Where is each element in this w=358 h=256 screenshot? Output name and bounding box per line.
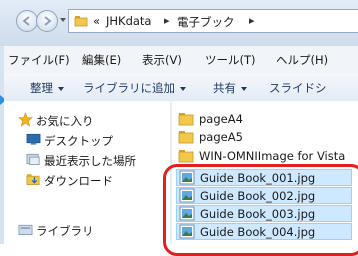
add-to-library-button[interactable]: ライブラリに追加 — [83, 80, 186, 96]
recent-pages-dropdown[interactable] — [60, 18, 66, 22]
list-item[interactable]: WIN-OMNIImage for Vista — [178, 148, 358, 165]
nav-label-favorites: お気に入り — [36, 114, 94, 128]
nav-label-recent-places: 最近表示した場所 — [44, 154, 136, 168]
menu-file[interactable]: ファイル(F) — [8, 52, 70, 68]
organize-button[interactable]: 整理 — [30, 80, 64, 96]
address-overflow[interactable]: « — [93, 14, 100, 28]
forward-button[interactable] — [36, 10, 58, 32]
add-to-library-label: ライブラリに追加 — [83, 81, 175, 95]
library-icon — [18, 224, 33, 235]
share-label: 共有 — [213, 81, 236, 95]
chevron-down-icon — [241, 86, 247, 91]
address-separator-icon[interactable]: ▸ — [249, 14, 255, 27]
chevron-down-icon — [180, 86, 186, 91]
back-button[interactable] — [16, 10, 38, 32]
nav-item-desktop[interactable]: デスクトップ — [26, 132, 168, 150]
folder-icon — [178, 150, 194, 163]
address-segment-ebook[interactable]: 電子ブック — [177, 14, 235, 30]
nav-item-recent-places[interactable]: 最近表示した場所 — [26, 152, 170, 170]
nav-item-favorites[interactable]: お気に入り — [18, 112, 168, 130]
arrow-right-icon — [44, 16, 52, 26]
downloads-folder-icon — [26, 174, 40, 185]
slideshow-button[interactable]: スライドシ — [269, 80, 327, 96]
address-separator-icon[interactable]: ▸ — [164, 14, 170, 27]
navigation-pane: お気に入り デスクトップ 最近表示した場所 ダウンロード ライブラリ — [4, 101, 170, 244]
organize-label: 整理 — [30, 81, 53, 95]
address-segment-jhkdata[interactable]: JHKdata — [106, 14, 151, 28]
file-name: pageA4 — [199, 112, 243, 126]
folder-icon — [178, 131, 194, 144]
nav-item-downloads[interactable]: ダウンロード — [26, 172, 168, 190]
desktop-icon — [26, 133, 41, 145]
recent-places-icon — [26, 153, 40, 165]
title-bar: « JHKdata ▸ 電子ブック ▸ — [0, 0, 358, 46]
nav-item-libraries[interactable]: ライブラリ — [18, 222, 168, 240]
menu-tools[interactable]: ツール(T) — [205, 52, 256, 68]
nav-label-desktop: デスクトップ — [44, 134, 113, 148]
share-button[interactable]: 共有 — [213, 80, 247, 96]
folder-icon — [74, 16, 88, 27]
file-name: WIN-OMNIImage for Vista — [199, 149, 346, 163]
highlight-ring — [163, 164, 358, 256]
chevron-down-icon — [58, 86, 64, 91]
menu-bar: ファイル(F) 編集(E) 表示(V) ツール(T) ヘルプ(H) — [4, 46, 358, 74]
menu-help[interactable]: ヘルプ(H) — [276, 52, 328, 68]
arrow-left-icon — [22, 16, 30, 26]
nav-label-downloads: ダウンロード — [44, 174, 113, 188]
list-item[interactable]: pageA5 — [178, 129, 348, 146]
star-icon — [18, 112, 33, 127]
list-item[interactable]: pageA4 — [178, 111, 348, 128]
file-name: pageA5 — [199, 130, 243, 144]
address-bar[interactable]: « JHKdata ▸ 電子ブック ▸ — [68, 9, 358, 33]
nav-label-libraries: ライブラリ — [36, 224, 94, 238]
folder-icon — [178, 113, 194, 126]
menu-view[interactable]: 表示(V) — [142, 52, 182, 68]
command-bar: 整理 ライブラリに追加 共有 スライドシ — [4, 73, 358, 102]
menu-edit[interactable]: 編集(E) — [82, 52, 121, 68]
